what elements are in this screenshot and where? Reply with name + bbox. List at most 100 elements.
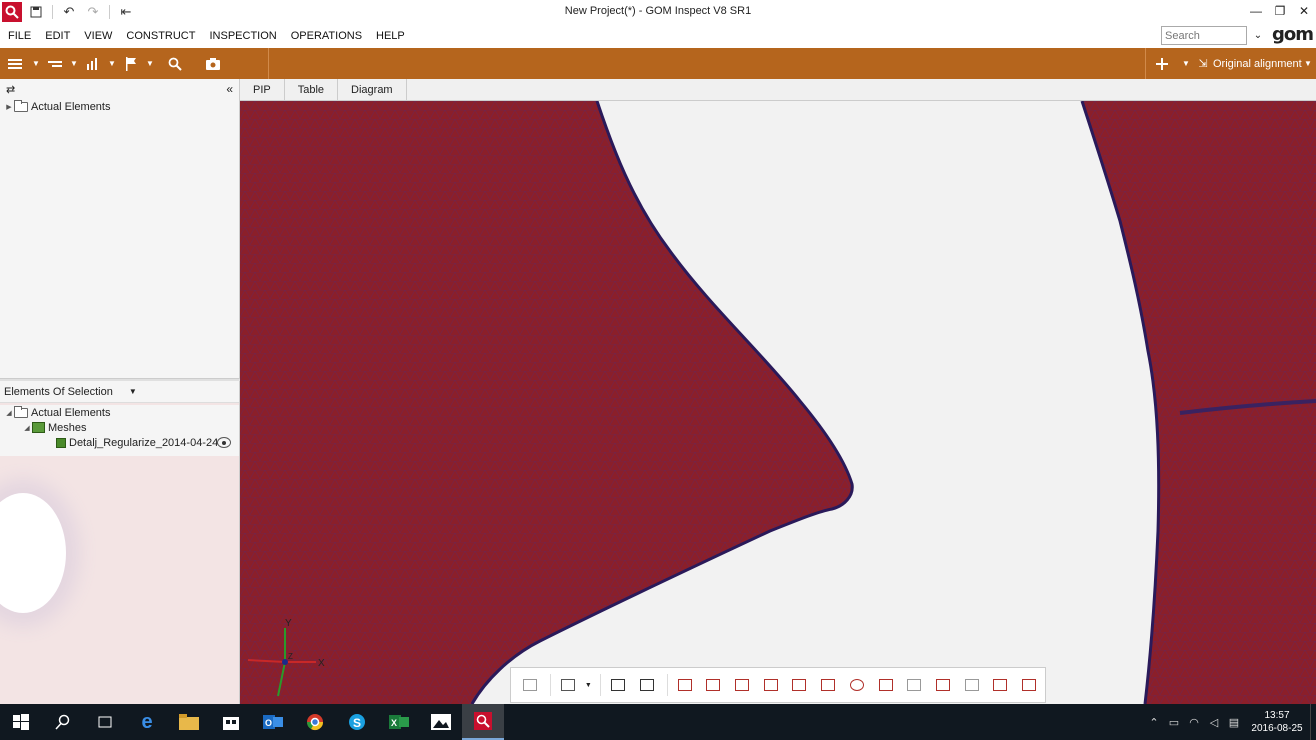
explorer-icon[interactable] bbox=[168, 704, 210, 740]
section-icon[interactable] bbox=[700, 673, 726, 697]
menu-edit[interactable]: EDIT bbox=[38, 30, 77, 42]
search-icon[interactable] bbox=[156, 48, 194, 79]
clock[interactable]: 13:57 2016-08-25 bbox=[1244, 709, 1310, 735]
volume-icon[interactable]: ◁ bbox=[1204, 716, 1224, 729]
window-title: New Project(*) - GOM Inspect V8 SR1 bbox=[564, 5, 752, 17]
menu-help[interactable]: HELP bbox=[369, 30, 412, 42]
store-icon[interactable] bbox=[210, 704, 252, 740]
photos-icon[interactable] bbox=[420, 704, 462, 740]
skype-icon[interactable]: S bbox=[336, 704, 378, 740]
y-axis-negative-line bbox=[277, 661, 286, 697]
notifications-icon[interactable]: ▤ bbox=[1224, 716, 1244, 729]
redo-icon[interactable]: ↷ bbox=[81, 2, 105, 22]
restore-icon[interactable]: ❐ bbox=[1268, 0, 1292, 22]
camera-icon[interactable] bbox=[194, 48, 232, 79]
grid-icon[interactable] bbox=[901, 673, 927, 697]
tree-item-actual-elements[interactable]: ▶ Actual Elements bbox=[0, 99, 239, 114]
flag-icon[interactable] bbox=[118, 48, 144, 79]
outlook-icon[interactable]: O bbox=[252, 704, 294, 740]
view-mode-icon[interactable] bbox=[517, 673, 543, 697]
tree-item-meshes[interactable]: ◢ Meshes bbox=[0, 420, 239, 435]
tree-item-mesh[interactable]: Detalj_Regularize_2014-04-24 bbox=[0, 435, 239, 450]
tree-item-label: Actual Elements bbox=[31, 406, 111, 419]
fit-icon[interactable] bbox=[787, 673, 813, 697]
undo-icon[interactable]: ↶ bbox=[57, 2, 81, 22]
gom-inspect-icon[interactable] bbox=[462, 704, 504, 740]
menu-construct[interactable]: CONSTRUCT bbox=[119, 30, 202, 42]
chevron-down-icon[interactable]: ▼ bbox=[68, 48, 80, 79]
separator bbox=[549, 674, 551, 696]
clip-icon[interactable] bbox=[729, 673, 755, 697]
alignment-icon[interactable]: ⇲ bbox=[1196, 48, 1210, 79]
excel-icon[interactable]: X bbox=[378, 704, 420, 740]
transform-icon[interactable] bbox=[1016, 673, 1042, 697]
check-icon[interactable] bbox=[959, 673, 985, 697]
tree-item-label: Detalj_Regularize_2014-04-24 bbox=[69, 436, 219, 449]
search-input[interactable]: Search bbox=[1161, 26, 1247, 45]
align-icon[interactable] bbox=[42, 48, 68, 79]
split-view-icon[interactable] bbox=[634, 673, 660, 697]
menu-view[interactable]: VIEW bbox=[77, 30, 119, 42]
chevron-down-icon[interactable]: ▼ bbox=[30, 48, 42, 79]
align-to-plane-icon[interactable] bbox=[672, 673, 698, 697]
search-icon[interactable] bbox=[42, 704, 84, 740]
menu-icon[interactable] bbox=[0, 48, 30, 79]
chevron-down-icon[interactable]: ▼ bbox=[106, 48, 118, 79]
explorer-panel: ⇄ « ▶ Actual Elements bbox=[0, 79, 240, 378]
axis-label-z: Z bbox=[288, 652, 293, 661]
3d-viewport[interactable]: Y X Z bbox=[240, 101, 1316, 704]
separator bbox=[52, 5, 53, 19]
zoom-fit-icon[interactable] bbox=[930, 673, 956, 697]
collapse-arrow-icon[interactable]: ◢ bbox=[4, 409, 14, 417]
tab-table[interactable]: Table bbox=[285, 79, 339, 101]
chevron-down-icon[interactable]: ⌄ bbox=[1249, 26, 1267, 45]
save-icon[interactable] bbox=[24, 2, 48, 22]
measure-icon[interactable] bbox=[815, 673, 841, 697]
add-icon[interactable] bbox=[1150, 48, 1174, 79]
axis-label-x: X bbox=[318, 658, 325, 669]
tab-pip[interactable]: PIP bbox=[240, 79, 285, 101]
chevron-down-icon[interactable]: ▼ bbox=[1180, 48, 1192, 79]
projection-icon[interactable] bbox=[605, 673, 631, 697]
eye-icon[interactable] bbox=[217, 437, 231, 448]
chart-icon[interactable] bbox=[80, 48, 106, 79]
axis-label-y: Y bbox=[285, 618, 292, 629]
tree-item-actual-elements[interactable]: ◢ Actual Elements bbox=[0, 405, 239, 420]
task-view-icon[interactable] bbox=[84, 704, 126, 740]
gom-app-icon[interactable] bbox=[2, 2, 22, 22]
mesh-view[interactable] bbox=[240, 101, 1316, 704]
collapse-arrow-icon[interactable]: ◢ bbox=[22, 424, 32, 432]
menu-inspection[interactable]: INSPECTION bbox=[202, 30, 283, 42]
tree-item-label: Actual Elements bbox=[31, 100, 111, 113]
frame-icon[interactable] bbox=[758, 673, 784, 697]
shading-icon[interactable] bbox=[555, 673, 581, 697]
chrome-icon[interactable] bbox=[294, 704, 336, 740]
chevron-up-icon[interactable]: ⌃ bbox=[1144, 716, 1164, 729]
mesh-surface-left bbox=[240, 101, 853, 704]
battery-icon[interactable]: ▭ bbox=[1164, 716, 1184, 729]
wifi-icon[interactable]: ◠ bbox=[1184, 716, 1204, 729]
delete-icon[interactable] bbox=[988, 673, 1014, 697]
chevron-down-icon[interactable]: ▼ bbox=[583, 673, 593, 697]
selection-panel-title: Elements Of Selection bbox=[4, 385, 113, 398]
page-icon[interactable] bbox=[873, 673, 899, 697]
swap-icon[interactable]: ⇄ bbox=[6, 83, 15, 96]
show-desktop-button[interactable] bbox=[1310, 704, 1316, 740]
expand-arrow-icon[interactable]: ▶ bbox=[4, 103, 14, 111]
menu-operations[interactable]: OPERATIONS bbox=[284, 30, 369, 42]
chevron-down-icon[interactable]: ▼ bbox=[1302, 48, 1314, 79]
start-icon[interactable] bbox=[0, 704, 42, 740]
minimize-icon[interactable]: — bbox=[1244, 0, 1268, 22]
collapse-panel-icon[interactable]: « bbox=[226, 82, 233, 96]
chevron-down-icon[interactable]: ▼ bbox=[129, 387, 137, 396]
close-icon[interactable]: ✕ bbox=[1292, 0, 1316, 22]
menu-file[interactable]: FILE bbox=[1, 30, 38, 42]
mesh-icon bbox=[56, 437, 66, 448]
edge-icon[interactable]: e bbox=[126, 704, 168, 740]
meshes-icon bbox=[32, 422, 45, 433]
alignment-select[interactable]: Original alignment bbox=[1213, 58, 1302, 70]
chevron-down-icon[interactable]: ▼ bbox=[144, 48, 156, 79]
circle-icon[interactable] bbox=[844, 673, 870, 697]
tab-diagram[interactable]: Diagram bbox=[338, 79, 407, 101]
back-arrow-icon[interactable]: ⇤ bbox=[114, 2, 138, 22]
